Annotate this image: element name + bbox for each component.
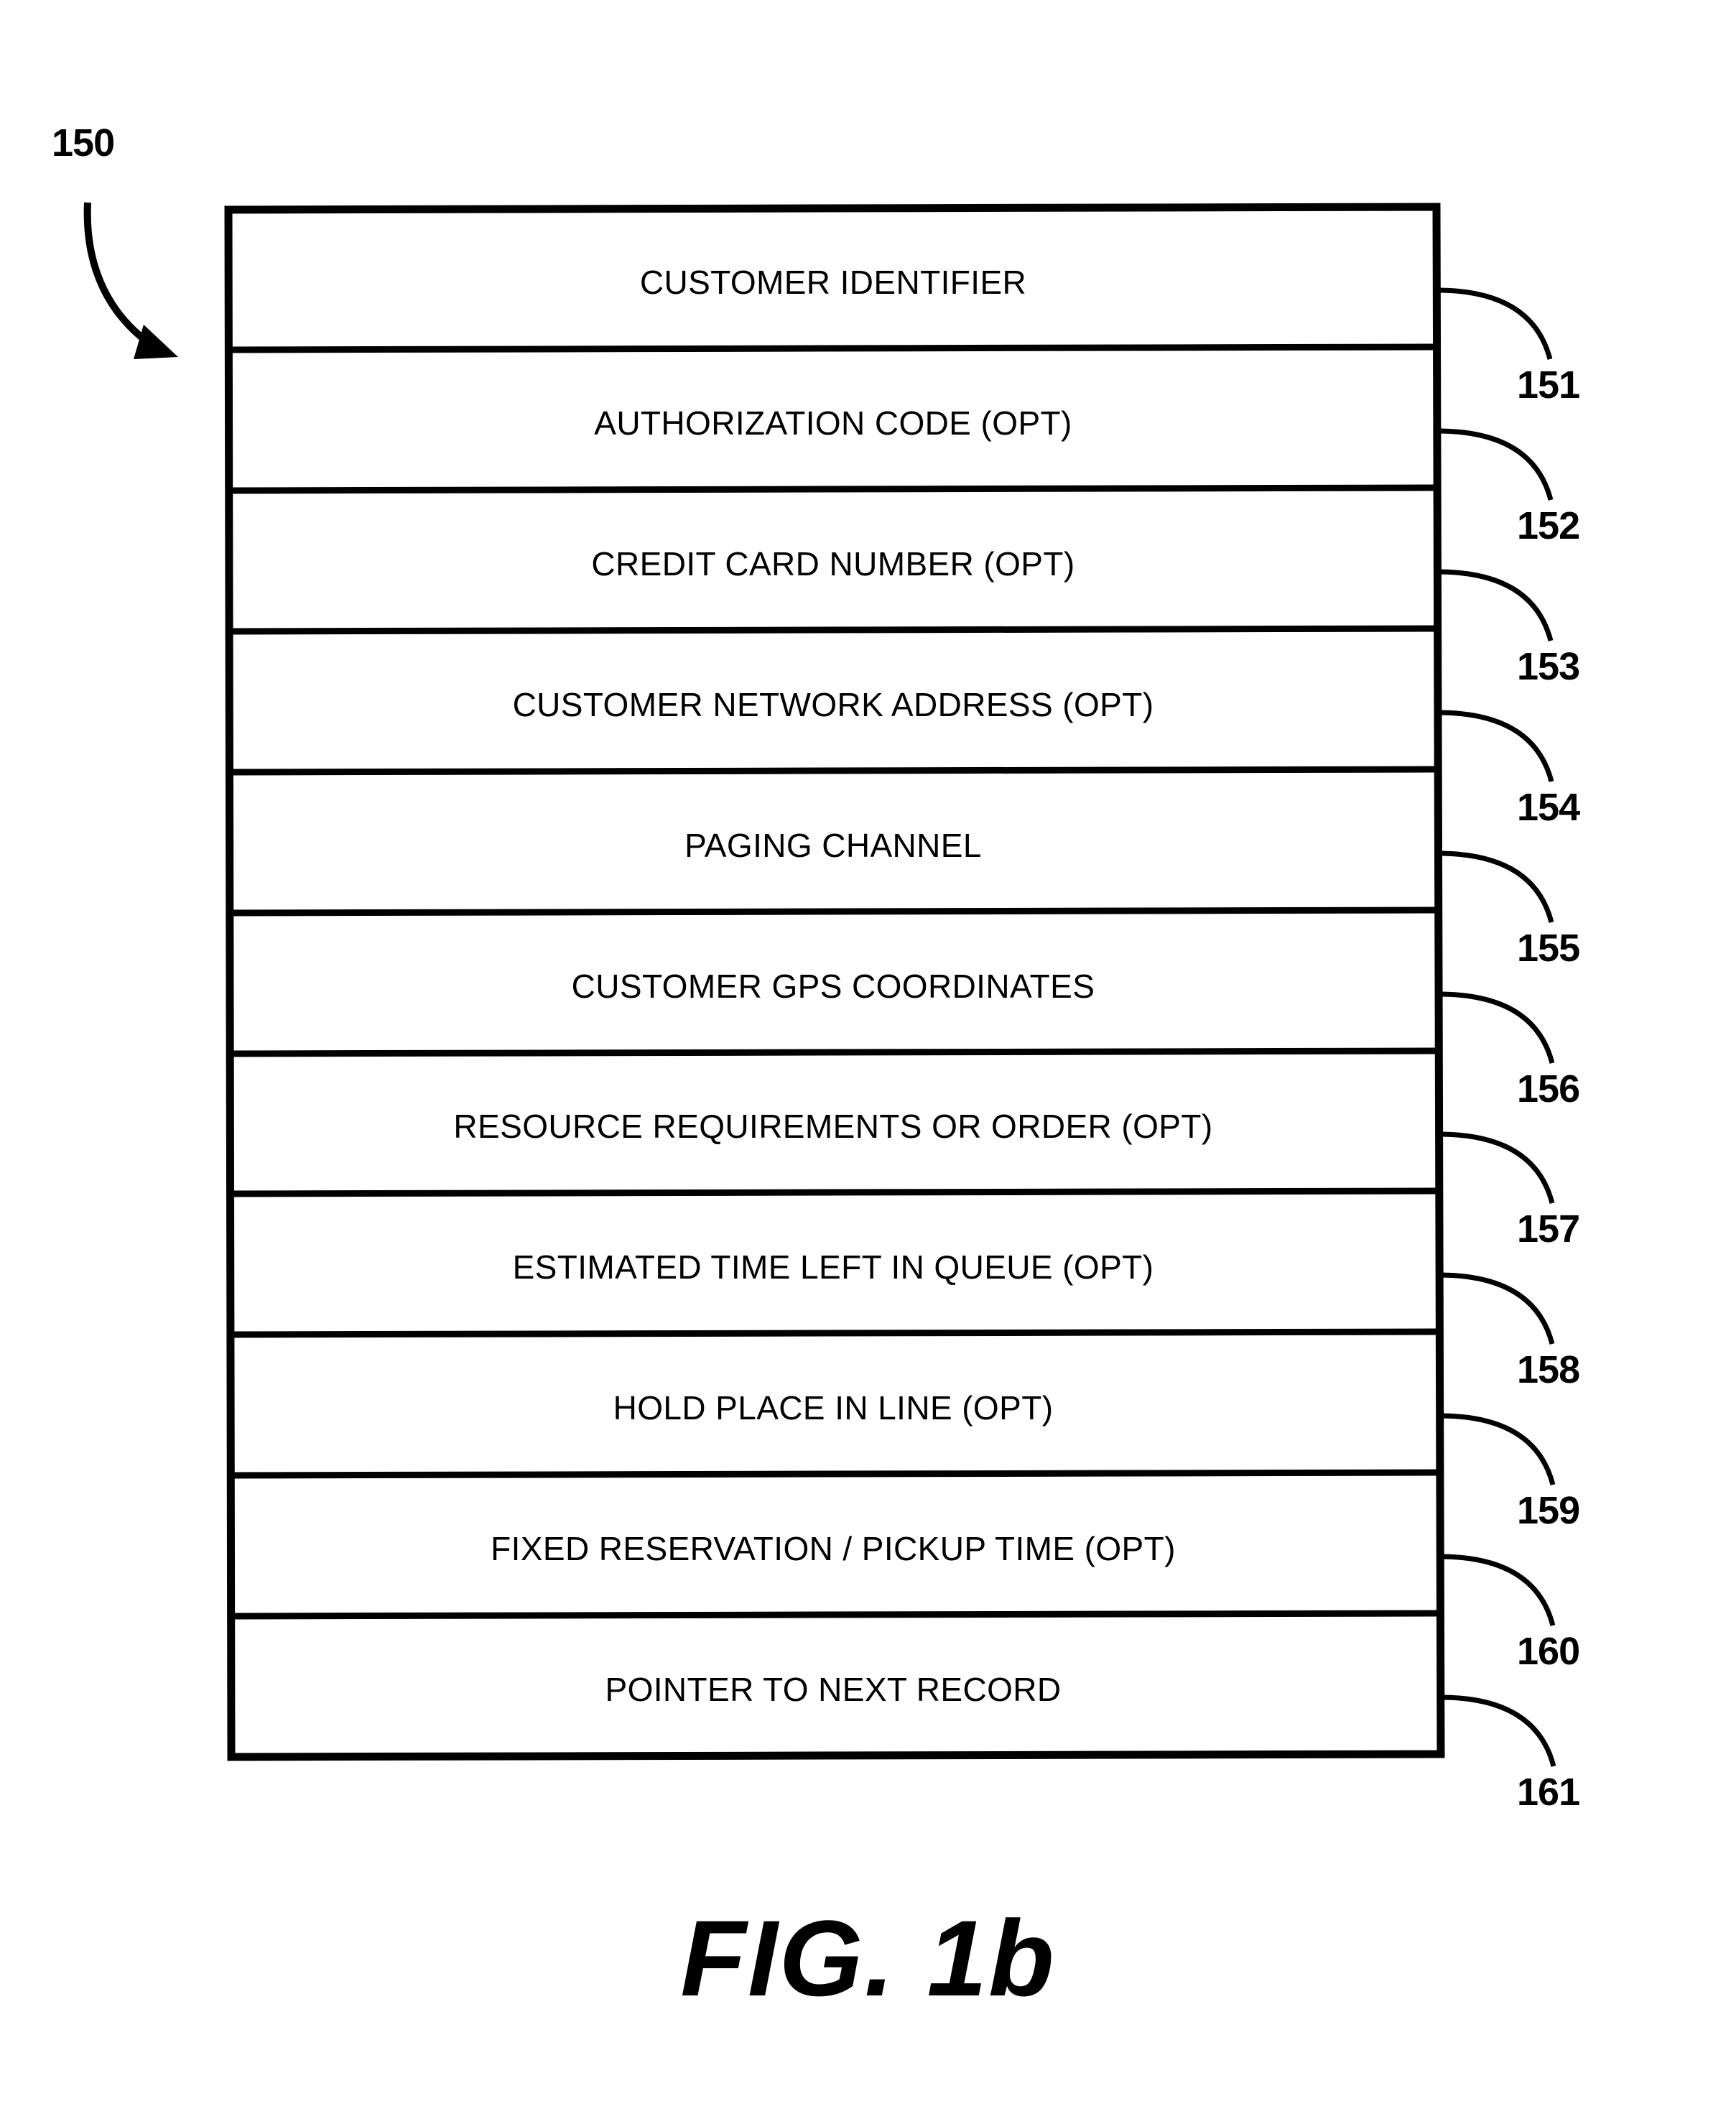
record-field-label: POINTER TO NEXT RECORD	[605, 1671, 1062, 1708]
leader-line-157	[1438, 1131, 1555, 1204]
reference-numeral-150: 150	[52, 121, 115, 164]
record-field-label: CREDIT CARD NUMBER (OPT)	[591, 545, 1075, 583]
leader-line-152	[1436, 428, 1554, 501]
reference-numeral-156: 156	[1517, 1067, 1580, 1110]
leader-line-159	[1439, 1413, 1556, 1485]
record-field-label: AUTHORIZATION CODE (OPT)	[594, 404, 1072, 442]
leader-line-161	[1439, 1694, 1556, 1767]
reference-numeral-157: 157	[1517, 1207, 1580, 1251]
leader-line-156	[1438, 991, 1555, 1064]
record-field-label: CUSTOMER NETWORK ADDRESS (OPT)	[512, 686, 1154, 723]
callout-arrow-line	[83, 202, 159, 352]
record-field-label: CUSTOMER GPS COORDINATES	[571, 968, 1095, 1005]
leader-line-158	[1438, 1272, 1555, 1345]
patent-figure: CUSTOMER IDENTIFIER AUTHORIZATION CODE (…	[0, 0, 1736, 2124]
reference-numeral-161: 161	[1517, 1771, 1580, 1814]
reference-numeral-160: 160	[1517, 1630, 1580, 1673]
reference-numeral-152: 152	[1517, 504, 1580, 547]
leader-line-154	[1437, 710, 1554, 782]
record-field-label: CUSTOMER IDENTIFIER	[639, 264, 1027, 301]
record-field-label: ESTIMATED TIME LEFT IN QUEUE (OPT)	[512, 1248, 1154, 1286]
record-field-label: RESOURCE REQUIREMENTS OR ORDER (OPT)	[453, 1108, 1213, 1145]
leader-line-151	[1436, 287, 1553, 360]
reference-numeral-159: 159	[1517, 1489, 1580, 1532]
record-field-label: FIXED RESERVATION / PICKUP TIME (OPT)	[491, 1530, 1176, 1567]
leader-line-160	[1439, 1554, 1556, 1626]
record-field-label: PAGING CHANNEL	[684, 827, 982, 864]
leader-line-155	[1437, 850, 1554, 923]
reference-numeral-155: 155	[1517, 927, 1580, 970]
callout-arrow-head	[134, 325, 178, 359]
figure-caption: FIG. 1b	[680, 1898, 1056, 2018]
reference-numeral-158: 158	[1517, 1348, 1580, 1391]
reference-numeral-153: 153	[1517, 645, 1580, 688]
reference-numeral-151: 151	[1517, 363, 1580, 407]
reference-numeral-154: 154	[1517, 786, 1580, 829]
figure-line-art	[83, 202, 1556, 1767]
record-field-label: HOLD PLACE IN LINE (OPT)	[613, 1389, 1054, 1427]
leader-line-153	[1436, 569, 1554, 641]
